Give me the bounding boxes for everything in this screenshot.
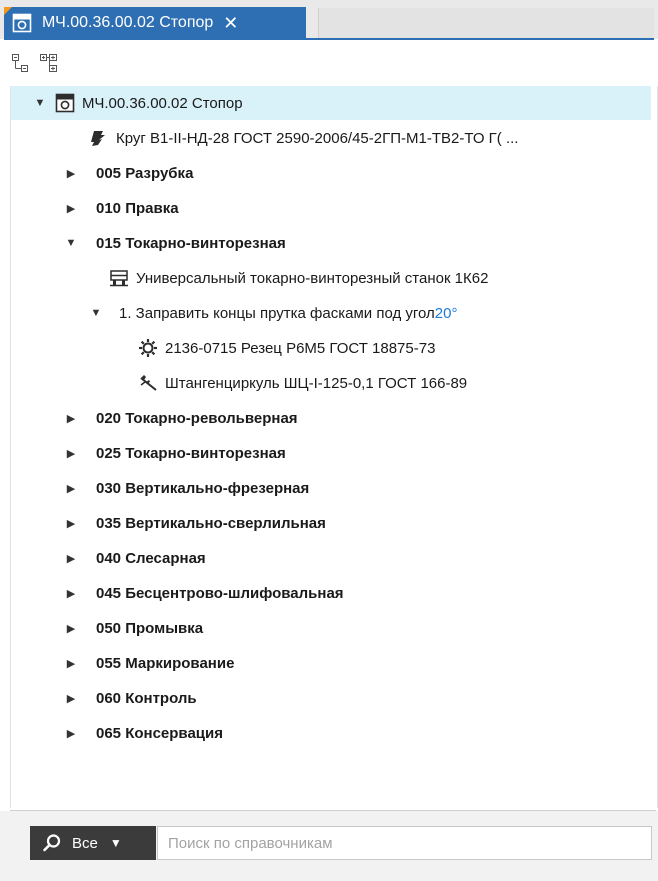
collapsed-caret-icon[interactable]: ▶: [64, 727, 78, 740]
collapsed-caret-icon[interactable]: ▶: [64, 692, 78, 705]
tree-node-operation[interactable]: ▶ 065 Консервация: [11, 716, 651, 750]
collapsed-caret-icon[interactable]: ▶: [64, 202, 78, 215]
tree-node-operation[interactable]: ▶ 030 Вертикально-фрезерная: [11, 471, 651, 505]
tree-node-operation[interactable]: ▶ 010 Правка: [11, 191, 651, 225]
step-label: 1. Заправить концы прутка фасками под уг…: [119, 304, 435, 322]
tree-node-measuring-tool[interactable]: Штангенциркуль ШЦ-I-125-0,1 ГОСТ 166-89: [11, 366, 651, 400]
operation-label: 050 Промывка: [96, 619, 204, 637]
tree-node-operation[interactable]: ▶ 050 Промывка: [11, 611, 651, 645]
expand-all-icon[interactable]: [38, 52, 60, 74]
operation-label: 025 Токарно-винторезная: [96, 444, 286, 462]
collapsed-caret-icon[interactable]: ▶: [64, 622, 78, 635]
operation-label: 010 Правка: [96, 199, 179, 217]
tree-node-step[interactable]: ▼ 1. Заправить концы прутка фасками под …: [11, 296, 651, 330]
machine-label: Универсальный токарно-винторезный станок…: [136, 269, 489, 287]
tab-title: МЧ.00.36.00.02 Стопор: [42, 14, 214, 31]
operation-label: 015 Токарно-винторезная: [96, 234, 286, 252]
tree-node-material[interactable]: Круг В1-II-НД-28 ГОСТ 2590-2006/45-2ГП-М…: [11, 121, 651, 155]
tab-underline: [4, 38, 654, 40]
tree-toolbar: [10, 52, 60, 74]
step-angle-value: 20°: [434, 304, 458, 322]
operation-label: 005 Разрубка: [96, 164, 194, 182]
operation-label: 060 Контроль: [96, 689, 197, 707]
tree-node-operation[interactable]: ▶ 045 Бесцентрово-шлифовальная: [11, 576, 651, 610]
tree-node-operation[interactable]: ▶ 005 Разрубка: [11, 156, 651, 190]
measuring-tool-label: Штангенциркуль ШЦ-I-125-0,1 ГОСТ 166-89: [165, 374, 468, 392]
reference-search-input[interactable]: [157, 826, 652, 860]
chevron-down-icon: ▼: [109, 836, 122, 850]
operation-label: 065 Консервация: [96, 724, 223, 742]
tree-node-operation[interactable]: ▶ 020 Токарно-револьверная: [11, 401, 651, 435]
expanded-caret-icon[interactable]: ▼: [33, 97, 47, 109]
tree-node-operation[interactable]: ▼ 015 Токарно-винторезная: [11, 226, 651, 260]
part-document-icon: [55, 93, 75, 113]
close-tab-icon[interactable]: ✕: [223, 13, 238, 34]
process-tree: ▼ МЧ.00.36.00.02 Стопор Круг В1-II-НД-28…: [10, 86, 658, 808]
search-scope-label: Все: [72, 834, 98, 852]
document-tab[interactable]: МЧ.00.36.00.02 Стопор ✕: [4, 7, 306, 39]
tree-node-operation[interactable]: ▶ 035 Вертикально-сверлильная: [11, 506, 651, 540]
operation-label: 035 Вертикально-сверлильная: [96, 514, 326, 532]
collapsed-caret-icon[interactable]: ▶: [64, 587, 78, 600]
collapsed-caret-icon[interactable]: ▶: [64, 657, 78, 670]
search-icon: [43, 834, 61, 852]
tab-strip-empty-area: [318, 8, 654, 38]
tree-node-operation[interactable]: ▶ 060 Контроль: [11, 681, 651, 715]
operation-label: 020 Токарно-револьверная: [96, 409, 298, 427]
collapsed-caret-icon[interactable]: ▶: [64, 482, 78, 495]
cutter-tool-icon: [139, 339, 157, 357]
operation-label: 040 Слесарная: [96, 549, 206, 567]
tab-modified-marker: [4, 7, 12, 15]
expanded-caret-icon[interactable]: ▼: [64, 237, 78, 249]
collapsed-caret-icon[interactable]: ▶: [64, 517, 78, 530]
collapsed-caret-icon[interactable]: ▶: [64, 167, 78, 180]
lathe-machine-icon: [110, 270, 128, 287]
tree-node-operation[interactable]: ▶ 055 Маркирование: [11, 646, 651, 680]
tree-node-operation[interactable]: ▶ 040 Слесарная: [11, 541, 651, 575]
collapse-all-icon[interactable]: [10, 52, 32, 74]
operation-label: 030 Вертикально-фрезерная: [96, 479, 310, 497]
material-label: Круг В1-II-НД-28 ГОСТ 2590-2006/45-2ГП-М…: [116, 129, 519, 147]
search-scope-dropdown[interactable]: Все ▼: [30, 826, 156, 860]
collapsed-caret-icon[interactable]: ▶: [64, 412, 78, 425]
material-blank-icon: [91, 131, 105, 146]
tree-root-node[interactable]: ▼ МЧ.00.36.00.02 Стопор: [11, 86, 651, 120]
tree-node-tool[interactable]: 2136-0715 Резец Р6М5 ГОСТ 18875-73: [11, 331, 651, 365]
collapsed-caret-icon[interactable]: ▶: [64, 447, 78, 460]
operation-label: 055 Маркирование: [96, 654, 235, 672]
expanded-caret-icon[interactable]: ▼: [89, 307, 103, 319]
tree-node-machine[interactable]: Универсальный токарно-винторезный станок…: [11, 261, 651, 295]
tool-label: 2136-0715 Резец Р6М5 ГОСТ 18875-73: [165, 339, 436, 357]
tree-node-operation[interactable]: ▶ 025 Токарно-винторезная: [11, 436, 651, 470]
collapsed-caret-icon[interactable]: ▶: [64, 552, 78, 565]
caliper-icon: [140, 375, 157, 391]
operation-label: 045 Бесцентрово-шлифовальная: [96, 584, 344, 602]
part-document-icon: [12, 13, 32, 33]
tree-root-label: МЧ.00.36.00.02 Стопор: [82, 94, 243, 112]
